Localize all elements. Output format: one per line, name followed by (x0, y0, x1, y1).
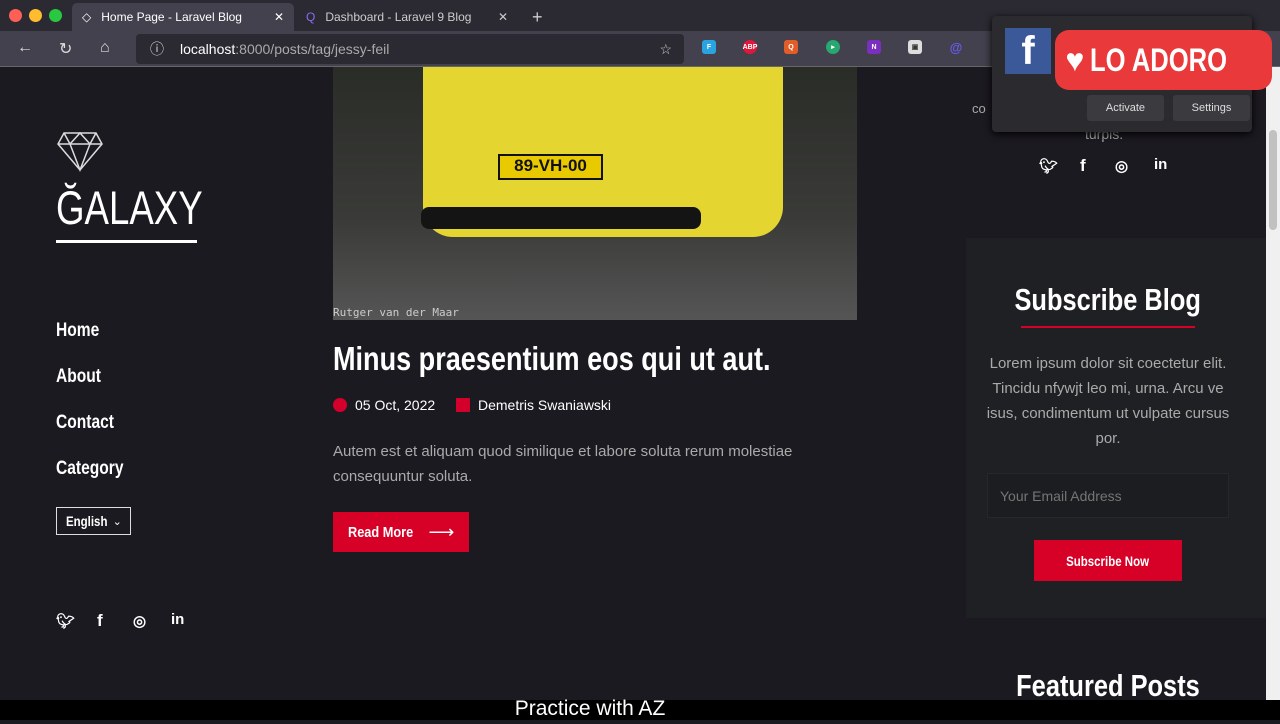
email-input[interactable] (987, 473, 1229, 518)
maximize-window-button[interactable] (49, 9, 62, 22)
license-plate: 89-VH-00 (498, 154, 603, 180)
facebook-logo-icon: f (1005, 28, 1051, 74)
facebook-icon[interactable]: f (1080, 156, 1086, 176)
onenote-icon[interactable]: N (867, 40, 881, 54)
close-window-button[interactable] (9, 9, 22, 22)
tab-dashboard[interactable]: Q Dashboard - Laravel 9 Blog ✕ (296, 3, 518, 31)
instagram-icon[interactable]: ◎ (133, 612, 146, 630)
car-bumper (421, 207, 701, 229)
close-tab-icon[interactable]: ✕ (274, 10, 284, 24)
extension-icon[interactable]: ▣ (908, 40, 922, 54)
close-tab-icon[interactable]: ✕ (498, 10, 508, 24)
title-underline (1021, 326, 1195, 328)
settings-button[interactable]: Settings (1173, 95, 1250, 121)
instagram-icon[interactable]: ◎ (1115, 157, 1128, 175)
url-path: :8000/posts/tag/jessy-feil (235, 41, 390, 57)
extension-icon[interactable]: @ (949, 40, 963, 55)
url-host: localhost (180, 41, 236, 57)
chevron-down-icon: ⌄ (112, 515, 122, 528)
author-icon (456, 398, 470, 412)
address-bar[interactable]: ⓘ localhost:8000/posts/tag/jessy-feil ☆ (136, 34, 684, 64)
read-more-button[interactable]: Read More ⟶ (333, 512, 469, 552)
linkedin-icon[interactable]: in (1154, 156, 1167, 173)
back-icon[interactable]: ← (17, 39, 33, 57)
tab-home-page[interactable]: ◇ Home Page - Laravel Blog ✕ (72, 3, 294, 31)
logo-text: ĞALAXY (56, 181, 203, 234)
subscribe-text: Lorem ipsum dolor sit coectetur elit. Ti… (986, 355, 1230, 447)
nav-home[interactable]: Home (56, 320, 109, 342)
arrow-right-icon: ⟶ (428, 521, 455, 542)
extension-icon[interactable]: ▸ (826, 40, 840, 54)
extension-icon[interactable]: Q (784, 40, 798, 54)
image-credit: Rutger van der Maar (333, 306, 459, 319)
video-caption: Practice with AZ (0, 697, 1280, 720)
tab-title: Dashboard - Laravel 9 Blog (325, 10, 472, 24)
nav-about[interactable]: About (56, 366, 111, 388)
twitter-icon[interactable]: 🐦︎ (56, 612, 75, 630)
subscribe-title: Subscribe Blog (1014, 282, 1202, 317)
info-icon: ⓘ (150, 41, 164, 57)
diamond-icon: ◇ (82, 10, 92, 24)
love-button[interactable]: ♥ LO ADORO (1055, 30, 1272, 90)
scrollbar-thumb[interactable] (1269, 130, 1277, 230)
post-excerpt: Autem est et aliquam quod similique et l… (333, 443, 793, 485)
nav-category[interactable]: Category (56, 458, 138, 480)
post-date: 05 Oct, 2022 (333, 397, 435, 413)
partial-text: co (972, 101, 986, 116)
twitter-icon[interactable]: 🐦︎ (1039, 157, 1058, 175)
post-title[interactable]: Minus praesentium eos qui ut aut. (333, 340, 867, 378)
extension-icon[interactable]: F (702, 40, 716, 54)
bookmark-star-icon[interactable]: ☆ (659, 41, 672, 58)
post-author[interactable]: Demetris Swaniawski (456, 397, 611, 413)
subscribe-button[interactable]: Subscribe Now (1034, 540, 1182, 581)
linkedin-icon[interactable]: in (171, 611, 184, 628)
clock-icon (333, 398, 347, 412)
home-icon[interactable]: ⌂ (100, 39, 110, 57)
diamond-logo-icon (57, 131, 103, 172)
heart-icon: ♥ (1065, 41, 1085, 78)
post-image[interactable]: 89-VH-00 Rutger van der Maar (333, 67, 857, 320)
adblock-icon[interactable]: ABP (743, 40, 757, 54)
q-icon: Q (306, 10, 316, 24)
reload-icon[interactable]: ↻ (59, 39, 72, 59)
language-select[interactable]: English ⌄ (56, 507, 131, 535)
new-tab-button[interactable]: + (522, 3, 553, 31)
nav-contact[interactable]: Contact (56, 412, 127, 434)
tab-title: Home Page - Laravel Blog (101, 10, 242, 24)
featured-posts-title: Featured Posts (1016, 668, 1200, 703)
minimize-window-button[interactable] (29, 9, 42, 22)
logo-underline (56, 240, 197, 243)
facebook-icon[interactable]: f (97, 611, 103, 631)
activate-button[interactable]: Activate (1087, 95, 1164, 121)
